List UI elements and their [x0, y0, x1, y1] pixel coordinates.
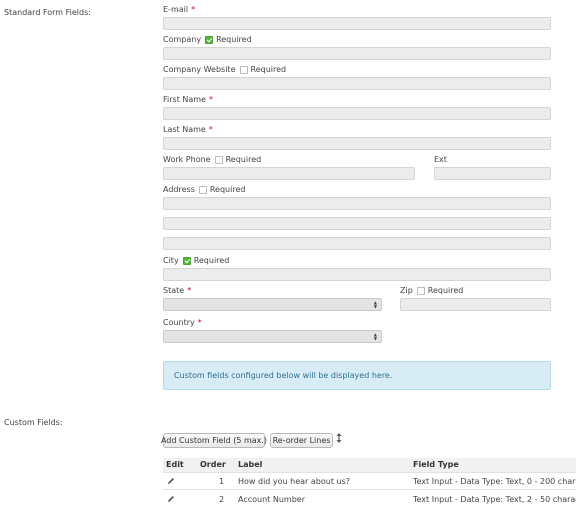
- company-website-required-checkbox[interactable]: [239, 65, 248, 74]
- state-select[interactable]: ▲ ▼: [163, 298, 382, 311]
- first-name-label-text: First Name: [163, 95, 206, 104]
- state-label: State *: [163, 286, 191, 295]
- required-star: *: [197, 318, 202, 327]
- divider: [163, 489, 576, 490]
- last-name-field[interactable]: [163, 137, 551, 150]
- city-label-text: City: [163, 256, 179, 265]
- required-star: *: [187, 286, 192, 295]
- city-label: City Required: [163, 256, 229, 265]
- zip-label: Zip Required: [400, 286, 463, 295]
- address-required-label: Required: [209, 185, 246, 194]
- ext-label: Ext: [434, 155, 447, 164]
- country-label-text: Country: [163, 318, 195, 327]
- company-website-field[interactable]: [163, 77, 551, 90]
- row-label: How did you hear about us?: [238, 477, 350, 486]
- info-message-text: Custom fields configured below will be d…: [174, 371, 393, 380]
- work-phone-label: Work Phone Required: [163, 155, 261, 164]
- first-name-label: First Name *: [163, 95, 213, 104]
- company-label-text: Company: [163, 35, 202, 44]
- row-order: 1: [219, 477, 225, 486]
- last-name-label: Last Name *: [163, 125, 213, 134]
- row-order: 2: [219, 495, 225, 504]
- work-phone-required-label: Required: [225, 155, 262, 164]
- first-name-field[interactable]: [163, 107, 551, 120]
- pencil-icon[interactable]: [167, 495, 175, 503]
- add-custom-field-button[interactable]: Add Custom Field (5 max.): [161, 433, 267, 448]
- company-website-label-text: Company Website: [163, 65, 236, 74]
- company-label: Company Required: [163, 35, 252, 44]
- work-phone-required-checkbox[interactable]: [214, 155, 223, 164]
- country-select[interactable]: ▲ ▼: [163, 330, 382, 343]
- company-required-checkbox[interactable]: [205, 35, 214, 44]
- reorder-lines-button[interactable]: Re-order Lines: [270, 433, 333, 448]
- divider: [163, 472, 576, 473]
- company-website-label: Company Website Required: [163, 65, 286, 74]
- address-line-2-field[interactable]: [163, 217, 551, 230]
- custom-fields-label: Custom Fields:: [4, 418, 63, 427]
- address-label: Address Required: [163, 185, 245, 194]
- standard-form-fields-label: Standard Form Fields:: [4, 8, 91, 17]
- zip-label-text: Zip: [400, 286, 413, 295]
- company-field[interactable]: [163, 47, 551, 60]
- work-phone-label-text: Work Phone: [163, 155, 211, 164]
- zip-field[interactable]: [400, 298, 551, 311]
- zip-required-checkbox[interactable]: [416, 286, 425, 295]
- ext-field[interactable]: [434, 167, 551, 180]
- address-line-3-field[interactable]: [163, 237, 551, 250]
- column-header-label: Label: [238, 460, 263, 469]
- chevron-updown-icon: ▲ ▼: [373, 299, 377, 309]
- pencil-icon[interactable]: [167, 477, 175, 485]
- column-header-order: Order: [200, 460, 226, 469]
- company-required-label: Required: [216, 35, 252, 44]
- column-header-edit: Edit: [166, 460, 184, 469]
- address-label-text: Address: [163, 185, 195, 194]
- chevron-updown-icon: ▲ ▼: [373, 331, 377, 341]
- column-header-field-type: Field Type: [413, 460, 459, 469]
- required-star: *: [208, 125, 213, 134]
- required-star: *: [191, 5, 196, 14]
- city-required-checkbox[interactable]: [182, 256, 191, 265]
- row-label: Account Number: [238, 495, 305, 504]
- company-website-required-label: Required: [250, 65, 287, 74]
- custom-fields-info-box: Custom fields configured below will be d…: [163, 361, 551, 390]
- country-label: Country *: [163, 318, 202, 327]
- address-line-1-field[interactable]: [163, 197, 551, 210]
- address-required-checkbox[interactable]: [198, 185, 207, 194]
- city-field[interactable]: [163, 268, 551, 281]
- city-required-label: Required: [193, 256, 230, 265]
- ext-label-text: Ext: [434, 155, 447, 164]
- email-field[interactable]: [163, 17, 551, 30]
- row-field-type: Text Input - Data Type: Text, 2 - 50 cha…: [413, 495, 576, 504]
- email-label: E-mail *: [163, 5, 195, 14]
- sort-icon[interactable]: [336, 433, 342, 443]
- work-phone-field[interactable]: [163, 167, 415, 180]
- row-field-type: Text Input - Data Type: Text, 0 - 200 ch…: [413, 477, 576, 486]
- email-label-text: E-mail: [163, 5, 189, 14]
- state-label-text: State: [163, 286, 185, 295]
- required-star: *: [208, 95, 213, 104]
- last-name-label-text: Last Name: [163, 125, 206, 134]
- zip-required-label: Required: [427, 286, 464, 295]
